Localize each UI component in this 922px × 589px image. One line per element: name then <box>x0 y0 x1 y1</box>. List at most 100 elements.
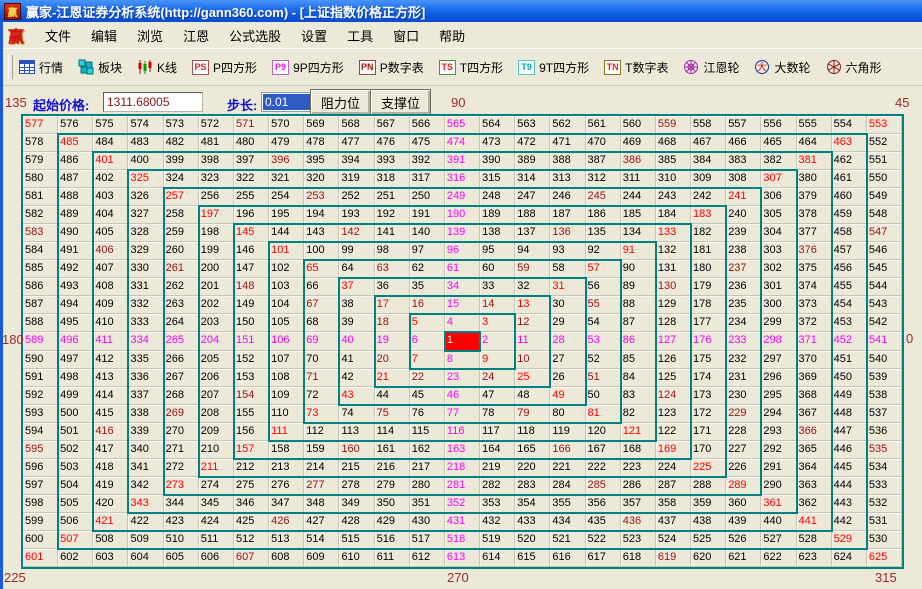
menu-item-gann[interactable]: 江恩 <box>173 23 219 48</box>
grid-cell: 35 <box>410 278 445 296</box>
grid-cell: 514 <box>304 531 339 549</box>
grid-cell: 17 <box>375 296 410 314</box>
grid-cell: 306 <box>761 188 796 206</box>
grid-cell: 120 <box>586 423 621 441</box>
grid-cell: 232 <box>726 351 761 369</box>
grid-cell: 234 <box>726 314 761 332</box>
grid-cell: 592 <box>23 387 58 405</box>
toolbar-button-p-number-table[interactable]: PNP数字表 <box>359 59 424 76</box>
grid-cell: 128 <box>656 314 691 332</box>
grid-cell: 191 <box>410 206 445 224</box>
grid-cell: 465 <box>761 134 796 152</box>
grid-cell: 135 <box>586 224 621 242</box>
grid-cell: 275 <box>234 477 269 495</box>
grid-cell: 273 <box>164 477 199 495</box>
grid-cell: 46 <box>445 387 480 405</box>
grid-cell: 186 <box>586 206 621 224</box>
grid-cell: 390 <box>480 152 515 170</box>
menu-item-help[interactable]: 帮助 <box>429 23 475 48</box>
grid-cell: 456 <box>832 260 867 278</box>
grid-cell: 107 <box>269 351 304 369</box>
grid-cell: 86 <box>621 332 656 350</box>
toolbar-button-t-number-table[interactable]: TNT数字表 <box>604 59 668 76</box>
grid-cell: 242 <box>691 188 726 206</box>
grid-cell: 460 <box>832 188 867 206</box>
grid-cell: 20 <box>375 351 410 369</box>
grid-cell: 318 <box>375 170 410 188</box>
grid-cell: 463 <box>832 134 867 152</box>
menu-item-tools[interactable]: 工具 <box>337 23 383 48</box>
resistance-button[interactable]: 阻力位 <box>310 89 371 115</box>
toolbar-button-hexagon[interactable]: 六角形 <box>826 59 882 76</box>
grid-cell: 474 <box>445 134 480 152</box>
grid-cell: 247 <box>515 188 550 206</box>
toolbar-button-sectors[interactable]: 板块 <box>78 59 122 76</box>
toolbar-button-p-square[interactable]: PSP四方形 <box>192 59 257 76</box>
grid-cell: 483 <box>128 134 163 152</box>
grid-cell: 392 <box>410 152 445 170</box>
grid-cell: 406 <box>93 242 128 260</box>
menu-item-file[interactable]: 文件 <box>35 23 81 48</box>
grid-cell: 458 <box>832 224 867 242</box>
grid-cell: 470 <box>586 134 621 152</box>
grid-cell: 203 <box>199 314 234 332</box>
menu-item-settings[interactable]: 设置 <box>291 23 337 48</box>
blocks-icon <box>78 59 94 75</box>
grid-cell: 95 <box>480 242 515 260</box>
grid-cell: 409 <box>93 296 128 314</box>
grid-cell: 50 <box>586 387 621 405</box>
grid-cell: 364 <box>797 459 832 477</box>
grid-cell: 501 <box>58 423 93 441</box>
grid-cell: 605 <box>164 549 199 567</box>
grid-cell: 468 <box>656 134 691 152</box>
menu-item-edit[interactable]: 编辑 <box>81 23 127 48</box>
grid-cell: 2 <box>480 332 515 350</box>
grid-cell: 288 <box>691 477 726 495</box>
support-button[interactable]: 支撑位 <box>370 89 431 115</box>
grid-cell: 165 <box>515 441 550 459</box>
grid-cell: 523 <box>621 531 656 549</box>
grid-cell: 582 <box>23 206 58 224</box>
toolbar-button-9p-square[interactable]: P99P四方形 <box>272 59 344 76</box>
grid-cell: 136 <box>550 224 585 242</box>
grid-cell: 444 <box>832 477 867 495</box>
toolbar-button-9t-square[interactable]: T99T四方形 <box>518 59 589 76</box>
grid-cell: 424 <box>199 513 234 531</box>
menu-item-window[interactable]: 窗口 <box>383 23 429 48</box>
grid-cell: 434 <box>550 513 585 531</box>
grid-cell: 302 <box>761 260 796 278</box>
grid-cell: 494 <box>58 296 93 314</box>
toolbar-button-big-number-wheel[interactable]: 大大数轮 <box>754 59 810 76</box>
grid-cell: 87 <box>621 314 656 332</box>
menu-item-browse[interactable]: 浏览 <box>127 23 173 48</box>
grid-cell: 224 <box>656 459 691 477</box>
toolbar-button-t-square[interactable]: TST四方形 <box>439 59 503 76</box>
grid-cell: 547 <box>867 224 902 242</box>
grid-cell: 166 <box>550 441 585 459</box>
grid-cell: 227 <box>726 441 761 459</box>
grid-cell: 510 <box>164 531 199 549</box>
grid-cell: 346 <box>234 495 269 513</box>
grid-cell: 329 <box>128 242 163 260</box>
toolbar-button-quotes[interactable]: 行情 <box>19 59 63 76</box>
grid-cell: 21 <box>375 369 410 387</box>
grid-cell: 177 <box>691 314 726 332</box>
start-price-input[interactable] <box>103 92 203 112</box>
grid-cell: 484 <box>93 134 128 152</box>
grid-cell: 482 <box>164 134 199 152</box>
grid-cell: 125 <box>656 369 691 387</box>
grid-cell: 583 <box>23 224 58 242</box>
grid-cell: 22 <box>410 369 445 387</box>
grid-cell: 385 <box>656 152 691 170</box>
grid-cell: 272 <box>164 459 199 477</box>
toolbar-button-kline[interactable]: K线 <box>137 59 177 76</box>
grid-cell: 113 <box>339 423 374 441</box>
menu-item-formula-stock-pick[interactable]: 公式选股 <box>219 23 291 48</box>
grid-cell: 576 <box>58 116 93 134</box>
grid-cell: 597 <box>23 477 58 495</box>
grid-cell: 414 <box>93 387 128 405</box>
toolbar-button-gann-wheel[interactable]: 江恩轮 <box>683 59 739 76</box>
grid-cell: 383 <box>726 152 761 170</box>
grid-cell: 182 <box>691 224 726 242</box>
angle-label-135: 135 <box>5 95 27 110</box>
